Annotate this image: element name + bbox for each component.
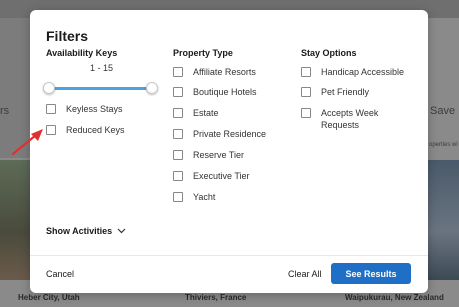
- annotation-arrow-icon: [11, 129, 43, 156]
- estate-checkbox[interactable]: [173, 108, 183, 118]
- reserve-tier-option[interactable]: Reserve Tier: [173, 149, 244, 161]
- availability-range-label: 1 - 15: [90, 63, 114, 73]
- private-residence-checkbox[interactable]: [173, 129, 183, 139]
- reserve-tier-checkbox[interactable]: [173, 150, 183, 160]
- private-residence-label: Private Residence: [193, 129, 267, 139]
- pet-friendly-label: Pet Friendly: [321, 87, 370, 97]
- handicap-accessible-checkbox[interactable]: [301, 67, 311, 77]
- boutique-hotels-checkbox[interactable]: [173, 87, 183, 97]
- reduced-keys-option[interactable]: Reduced Keys: [46, 124, 125, 136]
- reduced-keys-label: Reduced Keys: [66, 125, 125, 135]
- private-residence-option[interactable]: Private Residence: [173, 128, 266, 140]
- affiliate-resorts-label: Affiliate Resorts: [193, 67, 256, 77]
- background-left-text: rs: [0, 105, 10, 117]
- availability-keys-title: Availability Keys: [46, 48, 118, 58]
- availability-slider-track[interactable]: [49, 87, 153, 90]
- background-city-label: Thiviers, France: [185, 293, 247, 302]
- executive-tier-checkbox[interactable]: [173, 171, 183, 181]
- filters-modal: Filters Availability Keys 1 - 15 Keyless…: [30, 10, 428, 293]
- chevron-down-icon: [117, 228, 126, 234]
- boutique-hotels-label: Boutique Hotels: [193, 87, 257, 97]
- accepts-week-requests-option[interactable]: Accepts Week Requests: [301, 107, 401, 131]
- show-activities-label: Show Activities: [46, 226, 113, 236]
- slider-min-handle[interactable]: [43, 82, 55, 94]
- accepts-week-requests-checkbox[interactable]: [301, 108, 311, 118]
- handicap-accessible-option[interactable]: Handicap Accessible: [301, 66, 404, 78]
- cancel-button[interactable]: Cancel: [46, 269, 74, 279]
- pet-friendly-option[interactable]: Pet Friendly: [301, 86, 369, 98]
- see-results-button[interactable]: See Results: [331, 263, 411, 284]
- estate-option[interactable]: Estate: [173, 107, 219, 119]
- clear-all-button[interactable]: Clear All: [288, 269, 322, 279]
- background-save-text: Save: [430, 105, 456, 117]
- yacht-checkbox[interactable]: [173, 192, 183, 202]
- boutique-hotels-option[interactable]: Boutique Hotels: [173, 86, 257, 98]
- property-type-title: Property Type: [173, 48, 233, 58]
- keyless-stays-option[interactable]: Keyless Stays: [46, 103, 123, 115]
- pet-friendly-checkbox[interactable]: [301, 87, 311, 97]
- handicap-accessible-label: Handicap Accessible: [321, 67, 405, 77]
- background-city-label: Heber City, Utah: [18, 293, 80, 302]
- keyless-stays-checkbox[interactable]: [46, 104, 56, 114]
- modal-title: Filters: [46, 28, 89, 44]
- yacht-option[interactable]: Yacht: [173, 191, 215, 203]
- executive-tier-option[interactable]: Executive Tier: [173, 170, 250, 182]
- background-property-image: [428, 160, 459, 280]
- slider-max-handle[interactable]: [146, 82, 158, 94]
- keyless-stays-label: Keyless Stays: [66, 104, 123, 114]
- yacht-label: Yacht: [193, 192, 216, 202]
- reduced-keys-checkbox[interactable]: [46, 125, 56, 135]
- estate-label: Estate: [193, 108, 219, 118]
- affiliate-resorts-checkbox[interactable]: [173, 67, 183, 77]
- background-city-label: Waipukurau, New Zealand: [345, 293, 444, 302]
- background-property-image: [0, 160, 30, 280]
- background-properties-text: operties wi: [429, 142, 458, 148]
- show-activities-toggle[interactable]: Show Activities: [46, 226, 126, 236]
- footer-divider: [30, 255, 428, 256]
- affiliate-resorts-option[interactable]: Affiliate Resorts: [173, 66, 256, 78]
- executive-tier-label: Executive Tier: [193, 171, 250, 181]
- stay-options-title: Stay Options: [301, 48, 357, 58]
- accepts-week-requests-label: Accepts Week Requests: [321, 108, 379, 130]
- reserve-tier-label: Reserve Tier: [193, 150, 245, 160]
